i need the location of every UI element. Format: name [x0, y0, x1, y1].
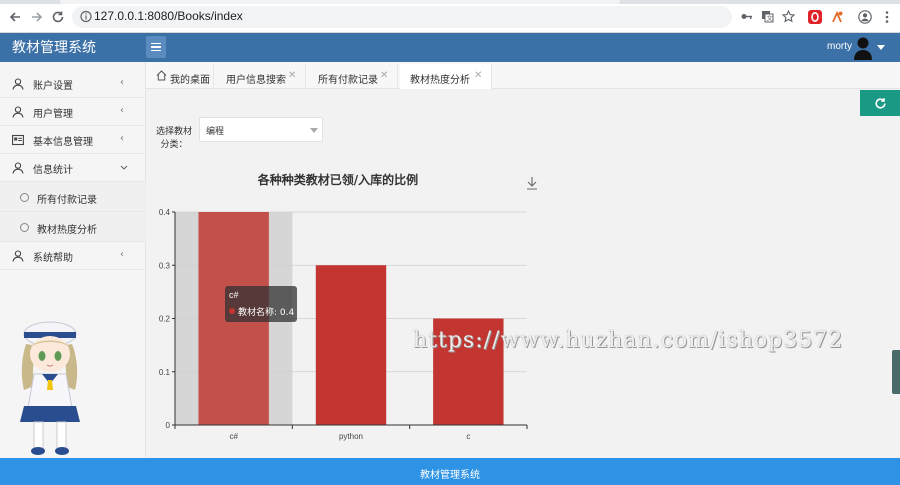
- close-icon[interactable]: ✕: [474, 70, 482, 81]
- user-icon: [12, 162, 24, 174]
- footer-text: 教材管理系统: [420, 470, 480, 481]
- app-footer: 教材管理系统: [0, 458, 900, 485]
- sidebar-subitem-popularity[interactable]: 教材热度分析: [0, 212, 146, 242]
- forward-icon[interactable]: [28, 8, 46, 26]
- svg-text:文: 文: [767, 15, 773, 23]
- watermark: https://www.huzhan.com/ishop3572: [413, 328, 844, 353]
- tab-bar: 我的桌面 用户信息搜索 ✕ 所有付款记录 ✕ 教材热度分析 ✕: [146, 62, 900, 89]
- bar-python: [315, 265, 387, 425]
- profile-icon[interactable]: [857, 9, 872, 24]
- tab-label: 用户信息搜索: [226, 75, 286, 86]
- user-icon: [12, 250, 24, 262]
- tab-label: 我的桌面: [170, 75, 210, 86]
- sidebar-item-label: 所有付款记录: [37, 195, 97, 206]
- category-filter-label: 选择教材分类：: [156, 127, 193, 150]
- tooltip-row: 教材名称: 0.4: [238, 308, 295, 318]
- chevron-left-icon: ‹: [120, 133, 124, 144]
- y-tick-label: 0.3: [159, 261, 171, 270]
- bookmark-star-icon[interactable]: [781, 9, 796, 24]
- side-scroll-handle[interactable]: [892, 350, 900, 394]
- mascot-illustration: [20, 321, 80, 455]
- browser-menu-icon[interactable]: [879, 9, 894, 24]
- back-icon[interactable]: [6, 8, 24, 26]
- extension-icon[interactable]: [829, 9, 844, 24]
- y-tick-label: 0.4: [159, 208, 171, 217]
- user-name[interactable]: morty: [827, 41, 852, 52]
- chart-title: 各种种类教材已领/入库的比例: [257, 172, 418, 187]
- hamburger-icon: [151, 46, 161, 48]
- chevron-left-icon: ‹: [120, 249, 124, 260]
- sidebar-item-help[interactable]: 系统帮助 ‹: [0, 242, 146, 270]
- x-tick-label: python: [339, 432, 363, 441]
- sidebar-item-label: 账户设置: [33, 81, 73, 92]
- hamburger-icon: [151, 42, 161, 45]
- sidebar-item-basic-info[interactable]: 基本信息管理 ‹: [0, 126, 146, 154]
- category-select[interactable]: 编程: [199, 117, 323, 142]
- sidebar-item-label: 基本信息管理: [33, 137, 93, 148]
- user-icon: [12, 78, 24, 90]
- sidebar-subitem-payments[interactable]: 所有付款记录: [0, 182, 146, 212]
- chevron-left-icon: ‹: [120, 77, 124, 88]
- y-tick-label: 0.2: [159, 315, 171, 324]
- sidebar-item-account[interactable]: 账户设置 ‹: [0, 70, 146, 98]
- download-icon[interactable]: [527, 177, 537, 190]
- refresh-icon: [874, 97, 886, 109]
- chevron-down-icon: [310, 128, 318, 133]
- tooltip-value: 0.4: [279, 308, 295, 318]
- sidebar-item-users[interactable]: 用户管理 ‹: [0, 98, 146, 126]
- url-text: 127.0.0.1:8080/Books/index: [94, 9, 243, 23]
- circle-icon: [20, 193, 29, 202]
- tab-label: 教材热度分析: [410, 75, 470, 86]
- sidebar-item-label: 教材热度分析: [37, 225, 97, 236]
- hamburger-icon: [151, 49, 161, 52]
- x-tick-label: c#: [229, 432, 238, 441]
- key-icon[interactable]: [739, 9, 754, 24]
- popularity-bar-chart: 各种种类教材已领/入库的比例 0 0.1 0.2 0.3 0.4 c# python c: [159, 172, 537, 441]
- close-icon[interactable]: ✕: [380, 70, 388, 81]
- series-dot: [229, 308, 235, 314]
- tab-label: 所有付款记录: [318, 75, 378, 86]
- close-icon[interactable]: ✕: [288, 70, 296, 81]
- translate-icon[interactable]: 文: [760, 9, 775, 24]
- tab-payments[interactable]: 所有付款记录 ✕: [306, 64, 398, 89]
- x-tick-label: c: [466, 432, 470, 441]
- home-icon: [156, 70, 167, 81]
- y-tick-label: 0: [166, 421, 171, 430]
- tooltip-title: c#: [229, 290, 239, 300]
- chevron-left-icon: ‹: [120, 105, 124, 116]
- brand-title: 教材管理系统: [12, 40, 96, 56]
- tab-user-search[interactable]: 用户信息搜索 ✕: [214, 64, 306, 89]
- user-icon: [12, 106, 24, 118]
- tab-desktop[interactable]: 我的桌面: [148, 64, 214, 89]
- chevron-down-icon[interactable]: [877, 45, 885, 50]
- browser-toolbar: 127.0.0.1:8080/Books/index 文: [0, 0, 900, 33]
- category-select-value: 编程: [206, 127, 225, 137]
- address-bar[interactable]: 127.0.0.1:8080/Books/index: [72, 6, 732, 28]
- info-icon[interactable]: [80, 10, 92, 23]
- chevron-down-icon: [120, 165, 128, 170]
- menu-toggle-button[interactable]: [146, 36, 166, 58]
- y-tick-label: 0.1: [159, 368, 171, 377]
- sidebar-item-statistics[interactable]: 信息统计: [0, 154, 146, 182]
- sidebar-item-label: 用户管理: [33, 109, 73, 120]
- user-avatar-icon[interactable]: [853, 36, 873, 60]
- reload-icon[interactable]: [49, 8, 67, 26]
- id-card-icon: [12, 134, 24, 146]
- chart-tooltip: c# 教材名称: 0.4: [225, 286, 297, 322]
- browser-tabstrip: [0, 0, 900, 4]
- browser-tab[interactable]: [60, 0, 620, 4]
- refresh-button[interactable]: [860, 90, 900, 116]
- opera-extension-icon[interactable]: [807, 9, 822, 24]
- app-header: 教材管理系统 morty: [0, 33, 900, 62]
- sidebar-item-label: 系统帮助: [33, 253, 73, 264]
- sidebar-item-label: 信息统计: [33, 165, 73, 176]
- tooltip-series: 教材名称: [238, 308, 275, 318]
- tab-popularity[interactable]: 教材热度分析 ✕: [400, 64, 492, 89]
- circle-icon: [20, 223, 29, 232]
